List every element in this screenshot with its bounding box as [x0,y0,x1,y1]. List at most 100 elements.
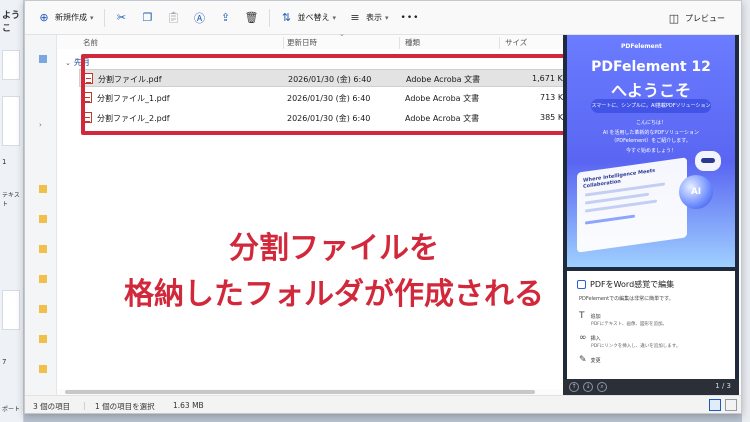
preview-brand: PDFelement [621,43,662,50]
ai-badge: AI [679,175,713,209]
link-icon: ∞ [579,333,587,343]
preview-feature-desc: PDFにテキスト、画像、図形を追加。 [591,322,668,327]
nav-icon[interactable] [39,55,47,63]
status-bar: 3 個の項目 | 1 個の項目を選択 1.63 MB [25,395,741,413]
selection-size: 1.63 MB [173,401,204,410]
folder-icon[interactable] [39,335,47,343]
robot-icon [695,151,721,171]
preview-feature-item: T 追加 [579,311,601,321]
rename-button[interactable]: Ⓐ [187,6,213,30]
selection-count: 1 個の項目を選択 [95,402,155,411]
folder-icon[interactable] [39,185,47,193]
preview-subtitle: へようこそ [610,81,691,100]
preview-navigation-bar: ↑ ↓ ⌕ 1 / 3 [563,379,739,395]
preview-pane-button[interactable]: ◫ プレビュー [661,6,731,30]
page-counter: 1 / 3 [715,382,731,390]
trash-icon: 🗑︎ [244,11,259,24]
rename-icon: Ⓐ [194,11,206,25]
annotation-caption: 分割ファイルを 格納したフォルダが作成される [81,226,587,318]
background-thumbnail [2,50,20,80]
caption-line-1: 分割ファイルを [229,231,439,266]
background-thumbnail [2,290,20,330]
preview-text: （PDFelement）をご紹介します。 [611,138,691,144]
column-type[interactable]: 種類 [405,37,420,48]
column-divider[interactable] [499,37,500,49]
background-text: テキスト [2,192,20,208]
view-label: 表示 [366,13,383,22]
preview-page2-subtitle: PDFelementでの編集は非常に簡単です。 [579,296,674,302]
toolbar-divider [103,8,105,27]
plus-icon: ⊕ [39,11,49,24]
edit-icon: ✎ [579,355,587,365]
chevron-right-icon[interactable]: › [39,121,47,129]
chevron-down-icon: ⌄ [65,58,71,67]
preview-feature-desc: PDFにリンクを挿入し、違いを追加します。 [591,344,681,349]
folder-icon[interactable] [39,275,47,283]
delete-button[interactable]: 🗑︎ [239,6,265,30]
preview-pane-icon: ◫ [668,11,680,25]
folder-icon[interactable] [39,365,47,373]
preview-tagline: スマートに、シンプルに。AI搭載PDFソリューション [591,99,711,113]
paste-button[interactable]: 📋︎ [161,6,187,30]
preview-feature-item: ∞ 挿入 [579,333,601,343]
background-page-number: 1 [2,158,7,166]
background-thumbnail [2,96,20,146]
chevron-down-icon: ▾ [90,13,94,22]
preview-heading-text: PDFをWord感覚で編集 [590,280,675,289]
folder-icon[interactable] [39,245,47,253]
share-button[interactable]: ⇪ [213,6,239,30]
chevron-down-icon: ▾ [332,13,337,22]
scrollbar-thumb[interactable] [65,390,535,394]
chevron-down-icon: ▾ [385,13,389,22]
cut-button[interactable]: ✂ [109,6,135,30]
column-divider[interactable] [399,37,400,49]
background-text: ようこ [2,11,21,34]
background-text: ポート [2,406,21,413]
previous-page-button[interactable]: ↑ [569,382,579,392]
more-options-button[interactable]: ••• [395,6,426,30]
column-divider[interactable] [283,37,284,49]
details-view-button[interactable] [709,399,721,411]
preview-card-line [585,214,635,225]
preview-text: AI を活用した革新的なPDFソリューション [602,130,700,136]
view-button[interactable]: ≡ 表示 ▾ [342,6,395,30]
sort-button[interactable]: ⇅ 並べ替え ▾ [274,6,343,30]
copy-button[interactable]: ❐ [135,6,161,30]
column-size[interactable]: サイズ [505,37,527,48]
background-app-sidebar: ようこ 1 テキスト 7 ポート [0,0,24,422]
new-button[interactable]: ⊕ 新規作成 ▾ [31,6,100,30]
toolbar-divider [268,8,270,27]
more-dots-icon: ••• [400,12,420,23]
background-page-number: 7 [2,358,7,366]
new-label: 新規作成 [55,13,87,22]
status-divider: | [83,401,86,410]
folder-icon[interactable] [39,305,47,313]
sort-label: 並べ替え [297,13,330,22]
preview-pane: PDFelement PDFelement 12 へようこそ スマートに、シンプ… [563,35,739,395]
next-page-button[interactable]: ↓ [583,382,593,392]
checkbox-icon [577,280,586,289]
navigation-pane-edge: › [25,35,57,395]
preview-feature-title: 変更 [590,358,601,364]
preview-label: プレビュー [685,13,725,23]
preview-illustration-card: Where Intelligence Meets Collaboration [577,157,687,253]
copy-icon: ❐ [142,11,153,24]
folder-icon[interactable] [39,215,47,223]
preview-feature-title: 追加 [590,314,601,320]
search-icon[interactable]: ⌕ [597,382,607,392]
preview-page-2: PDFをWord感覚で編集 PDFelementでの編集は非常に簡単です。 T … [567,271,735,381]
preview-page-1: PDFelement PDFelement 12 へようこそ スマートに、シンプ… [567,35,735,267]
preview-feature-title: 挿入 [590,336,601,342]
preview-page2-heading: PDFをWord感覚で編集 [577,279,674,290]
column-name[interactable]: 名前 [83,37,98,48]
command-bar: ⊕ 新規作成 ▾ ✂ ❐ 📋︎ Ⓐ ⇪ 🗑︎ ⇅ 並べ替え ▾ ≡ 表示 ▾ •… [25,1,741,35]
preview-greeting: こんにちは！ [635,120,666,126]
caption-line-2: 格納したフォルダが作成される [124,277,544,312]
clipboard-icon: 📋︎ [166,11,181,24]
column-modified[interactable]: 更新日時 [287,37,317,48]
background-app-edge [742,0,750,422]
tiles-view-button[interactable] [725,399,737,411]
list-view-icon: ≡ [350,11,360,24]
item-count: 3 個の項目 [33,402,71,411]
file-explorer-window: ⊕ 新規作成 ▾ ✂ ❐ 📋︎ Ⓐ ⇪ 🗑︎ ⇅ 並べ替え ▾ ≡ 表示 ▾ •… [24,0,742,414]
